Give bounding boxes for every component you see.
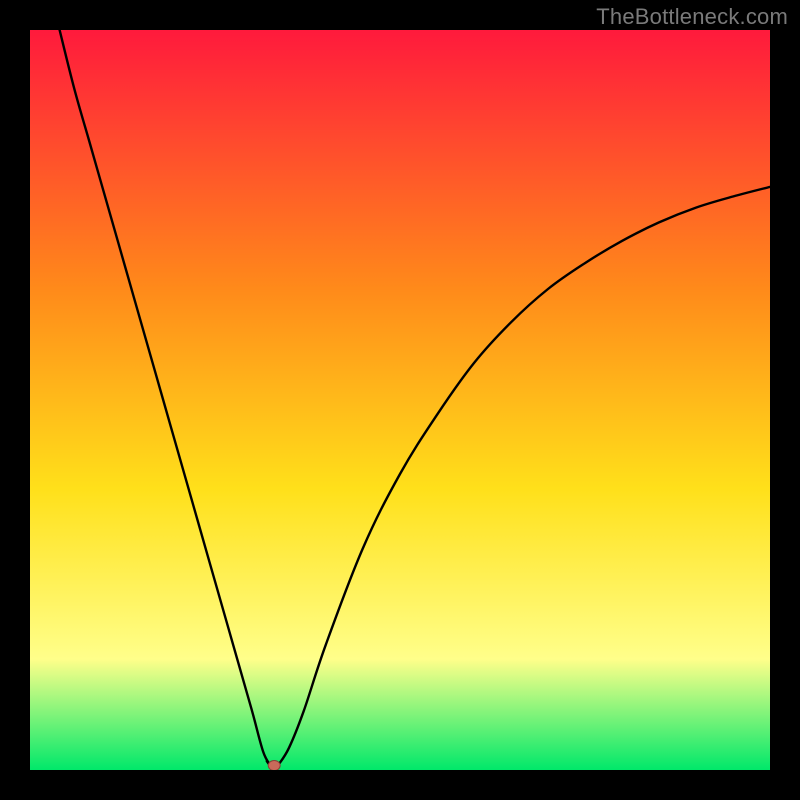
plot-area bbox=[30, 30, 770, 770]
minimum-marker bbox=[268, 761, 280, 770]
chart-frame: TheBottleneck.com bbox=[0, 0, 800, 800]
watermark-text: TheBottleneck.com bbox=[596, 4, 788, 30]
plot-svg bbox=[30, 30, 770, 770]
gradient-background bbox=[30, 30, 770, 770]
